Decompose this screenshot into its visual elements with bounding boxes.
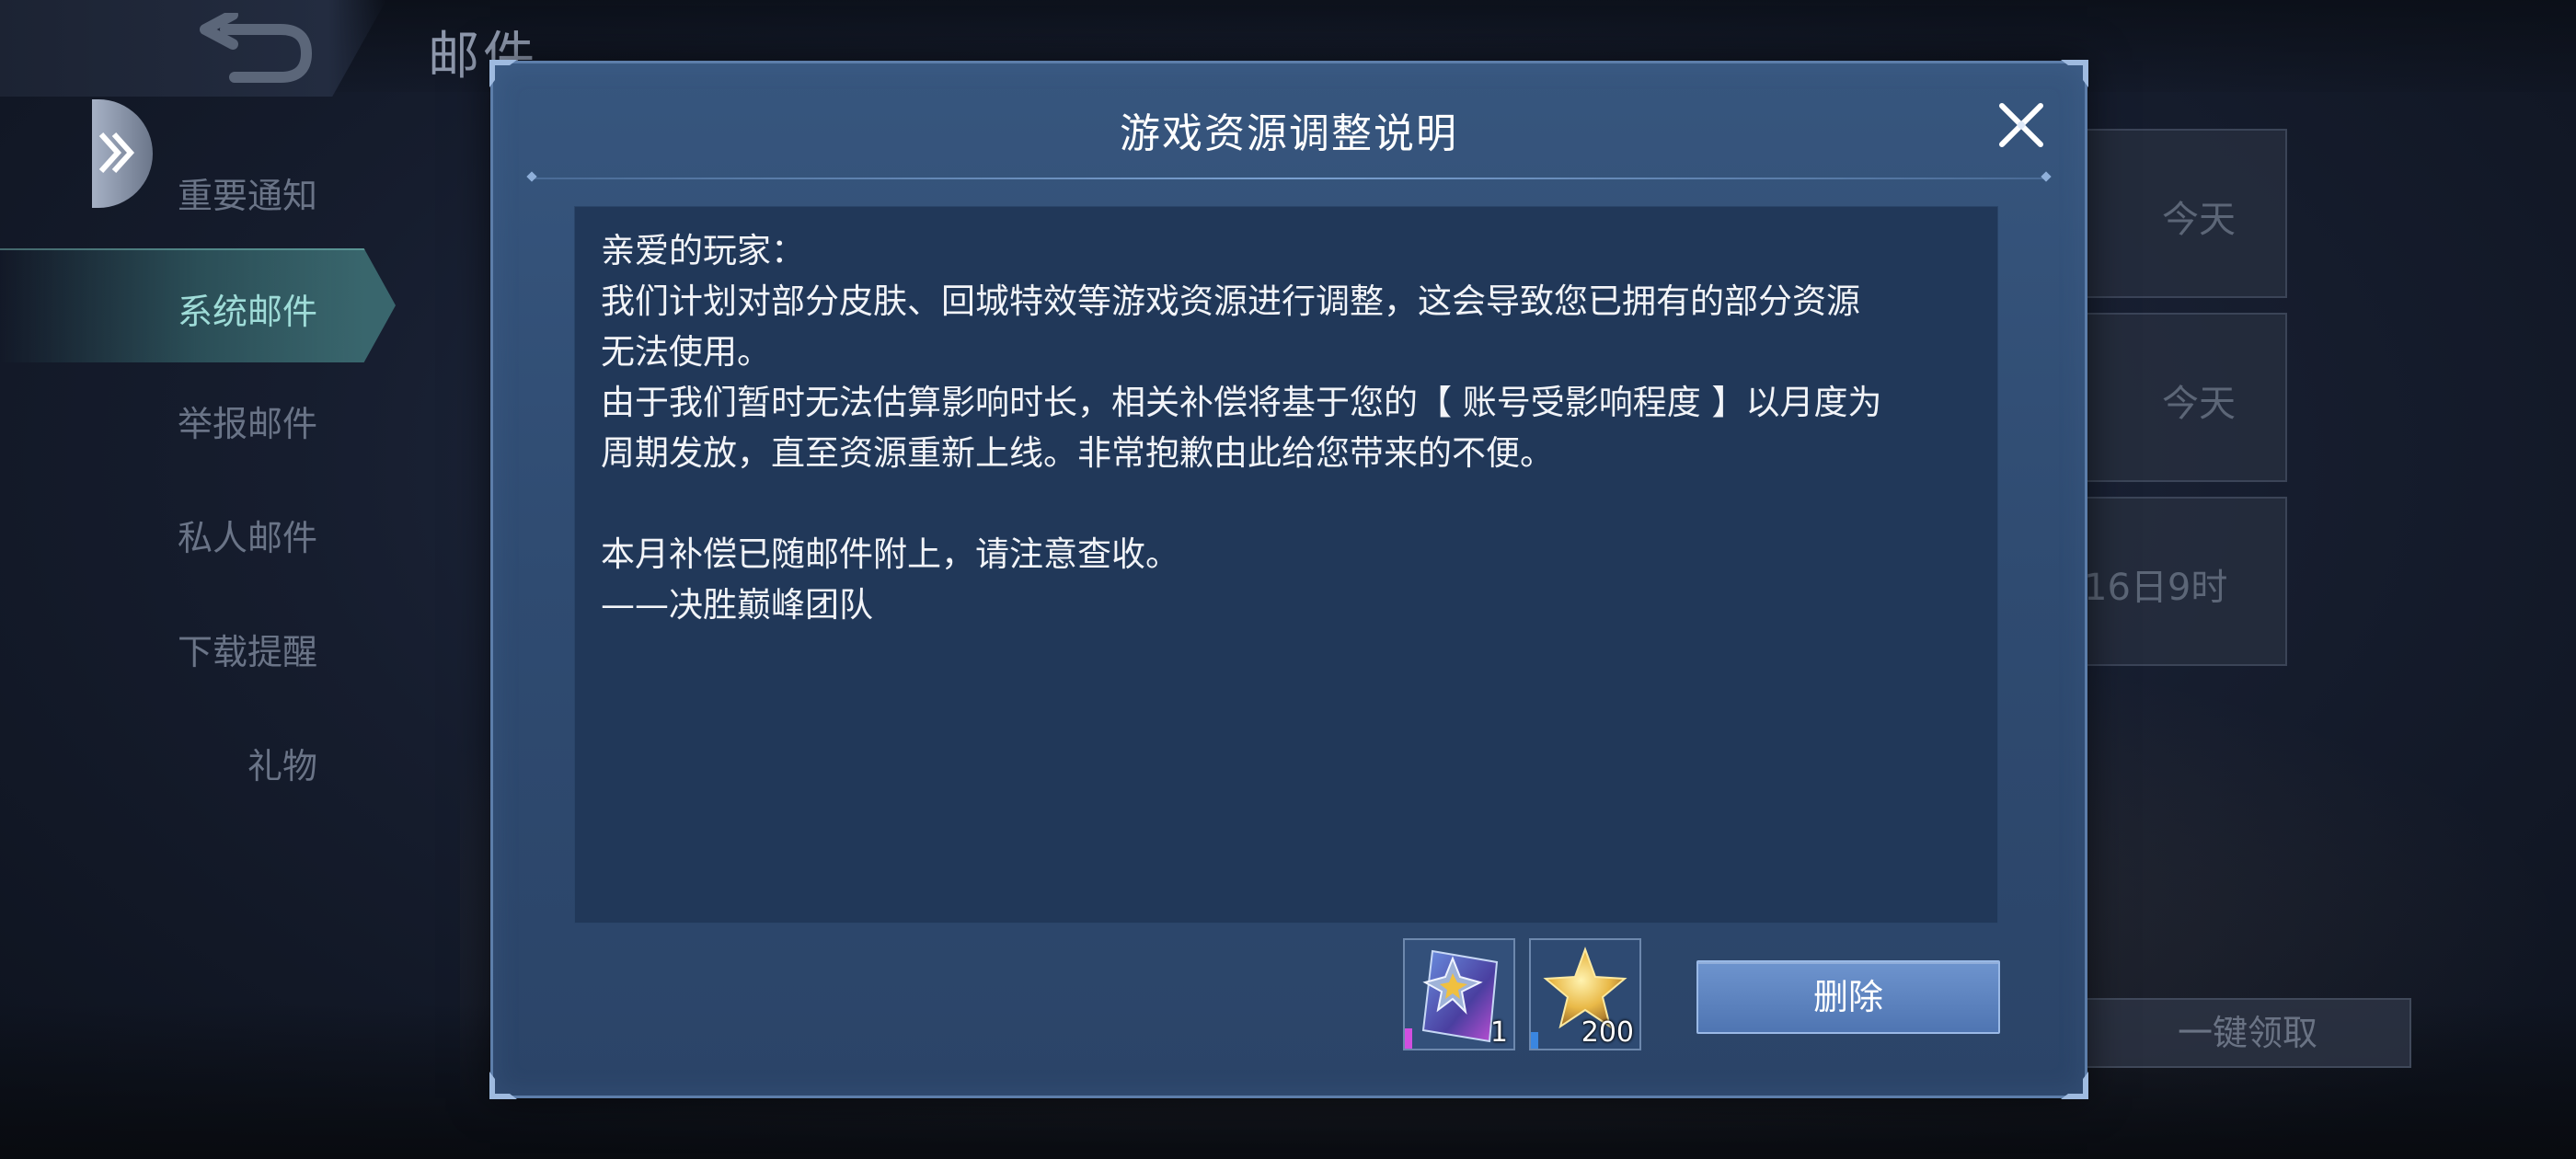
title-divider: [526, 171, 2052, 182]
reward-count: 200: [1581, 1016, 1634, 1049]
claim-all-button[interactable]: 一键领取: [2084, 998, 2411, 1068]
delete-button[interactable]: 删除: [1696, 960, 2000, 1034]
reward-count: 1: [1489, 1016, 1508, 1049]
mail-body-line: 由于我们暂时无法估算影响时长，相关补偿将基于您的【 账号受影响程度 】以月度为: [601, 383, 1882, 422]
mail-body-line: ——决胜巅峰团队: [601, 585, 873, 625]
mail-content: 亲爱的玩家： 我们计划对部分皮肤、回城特效等游戏资源进行调整，这会导致您已拥有的…: [574, 206, 1998, 924]
sidebar-item-gift[interactable]: 礼物: [0, 738, 317, 788]
mail-time: 今天: [2162, 199, 2236, 241]
mail-body-line: 我们计划对部分皮肤、回城特效等游戏资源进行调整，这会导致您已拥有的部分资源: [601, 281, 1860, 321]
divider-dot: [2041, 171, 2052, 182]
sidebar-item-important[interactable]: 重要通知: [0, 167, 317, 218]
close-icon[interactable]: [1993, 97, 2050, 154]
mail-time: 今天: [2162, 383, 2236, 425]
mail-dialog: 游戏资源调整说明 亲爱的玩家： 我们计划对部分皮肤、回城特效等游戏资源进行调整，…: [489, 60, 2088, 1099]
sidebar-item-private[interactable]: 私人邮件: [0, 510, 317, 560]
corner-ornament-icon: [489, 1072, 517, 1099]
corner-ornament-icon: [2061, 60, 2088, 87]
mail-body-line: [601, 478, 1972, 529]
sidebar-item-report[interactable]: 举报邮件: [0, 396, 317, 446]
back-arrow-icon: [200, 13, 313, 83]
corner-ornament-icon: [2061, 1072, 2088, 1099]
divider-dot: [526, 171, 537, 182]
sidebar-item-download[interactable]: 下载提醒: [0, 624, 317, 674]
mail-body-line: 周期发放，直至资源重新上线。非常抱歉由此给您带来的不便。: [601, 433, 1554, 473]
reward-item[interactable]: 1: [1403, 938, 1515, 1050]
sidebar-item-system[interactable]: 系统邮件: [0, 283, 317, 334]
mail-body-line: 本月补偿已随邮件附上，请注意查收。: [601, 534, 1179, 574]
back-button[interactable]: [0, 0, 386, 97]
reward-item[interactable]: 200: [1529, 938, 1641, 1050]
mail-body-line: 无法使用。: [601, 332, 771, 372]
mail-time: 16日9时: [2084, 567, 2228, 609]
dialog-title: 游戏资源调整说明: [1120, 110, 1458, 157]
mail-body-line: 亲爱的玩家：: [601, 231, 805, 270]
corner-ornament-icon: [489, 60, 517, 87]
